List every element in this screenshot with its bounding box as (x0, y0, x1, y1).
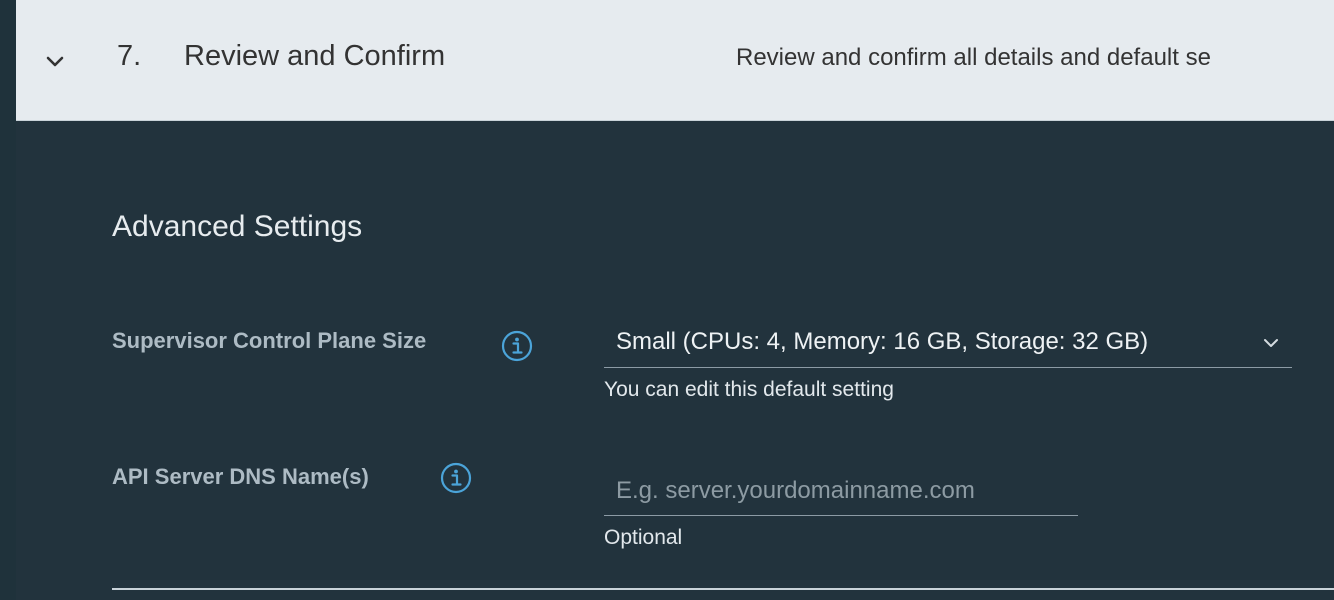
chevron-down-icon (1264, 339, 1278, 347)
info-icon[interactable] (440, 462, 472, 494)
info-icon[interactable] (501, 330, 533, 362)
api-dns-label: API Server DNS Name(s) (112, 464, 369, 489)
section-title: Advanced Settings (112, 210, 363, 243)
step-number: 7. (117, 40, 142, 72)
control-plane-size-label: Supervisor Control Plane Size (112, 328, 427, 353)
left-strip (0, 0, 16, 600)
control-plane-size-value: Small (CPUs: 4, Memory: 16 GB, Storage: … (616, 328, 1149, 355)
step-title: Review and Confirm (184, 40, 446, 72)
api-dns-input[interactable] (604, 466, 1078, 516)
api-dns-helper: Optional (604, 526, 683, 549)
step-description: Review and confirm all details and defau… (736, 44, 1211, 71)
divider (112, 588, 1334, 590)
control-plane-size-select[interactable]: Small (CPUs: 4, Memory: 16 GB, Storage: … (604, 322, 1292, 368)
page: 7. Review and Confirm Review and confirm… (0, 0, 1334, 600)
step-header[interactable]: 7. Review and Confirm Review and confirm… (16, 0, 1334, 121)
chevron-down-icon[interactable] (42, 48, 68, 74)
control-plane-size-helper: You can edit this default setting (604, 378, 894, 401)
